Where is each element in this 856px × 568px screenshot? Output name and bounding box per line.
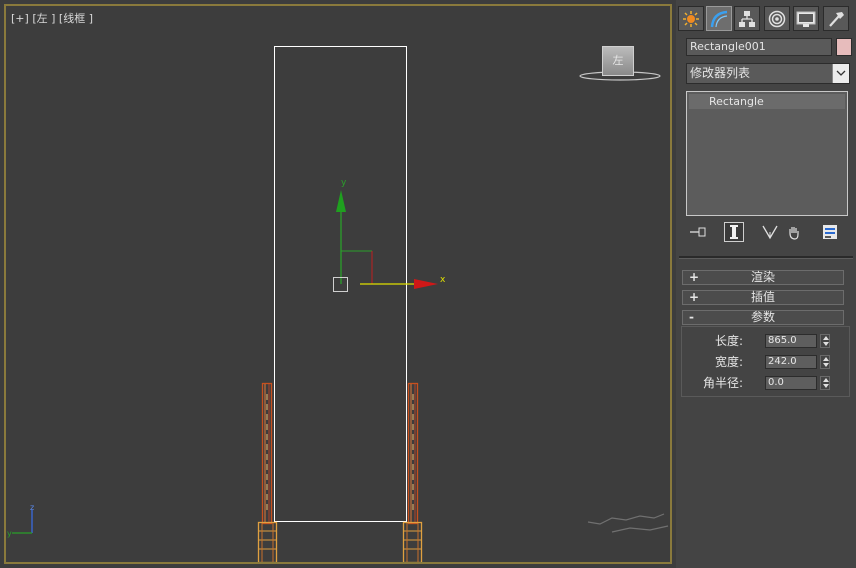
viewport-active-frame [4,4,672,564]
length-label: 长度: [714,334,743,348]
corner-radius-spinner[interactable] [820,376,830,390]
viewport-shading-mode[interactable]: [线框 ] [59,12,93,25]
pin-icon [690,227,706,237]
dropdown-arrow[interactable] [832,64,849,83]
monitor-icon [796,11,816,27]
pin-stack-button[interactable] [688,222,708,242]
modifier-list-label: 修改器列表 [690,66,751,80]
motion-tab[interactable] [764,6,790,31]
length-input[interactable]: 865.0 [765,334,817,348]
hand-icon [789,227,799,240]
show-end-result-icon [730,225,738,239]
viewcube[interactable]: 左 [602,46,634,76]
viewport-menu-plus[interactable]: [+] [11,12,29,25]
rollout-rendering-label: 渲染 [750,270,775,284]
remove-modifier-button[interactable] [784,222,804,242]
width-spinner[interactable] [820,355,830,369]
viewport-point-of-view[interactable]: [左 ] [32,12,55,25]
utilities-tab[interactable] [823,6,849,31]
width-input[interactable]: 242.0 [765,355,817,369]
modify-tab[interactable] [706,6,732,31]
width-label: 宽度: [714,355,743,369]
modifier-list-dropdown[interactable]: 修改器列表 [686,63,850,84]
hierarchy-tab[interactable] [734,6,760,31]
modifier-stack[interactable]: Rectangle [686,91,848,216]
motion-icon [768,10,786,27]
panel-separator [679,256,853,259]
create-tab[interactable] [678,6,704,31]
param-row-width: 宽度: 242.0 [681,354,851,370]
chevron-down-icon [836,70,846,76]
make-unique-button[interactable] [760,222,780,242]
rollout-interpolation[interactable]: + 插值 [682,290,844,305]
sun-icon [683,10,699,27]
configure-sets-icon [823,225,837,239]
param-row-corner-radius: 角半径: 0.0 [681,375,851,391]
corner-radius-input[interactable]: 0.0 [765,376,817,390]
rollout-interpolation-sign: + [689,290,700,304]
stack-item-rectangle[interactable]: Rectangle [689,94,845,109]
rollout-interpolation-label: 插值 [750,290,775,304]
hammer-icon [829,11,844,27]
viewport-label[interactable]: [+] [左 ] [线框 ] [11,10,93,26]
show-end-result-button[interactable] [724,222,744,242]
make-unique-icon [762,225,778,240]
rollout-rendering[interactable]: + 渲染 [682,270,844,285]
rollout-parameters-sign: - [689,310,694,324]
display-tab[interactable] [793,6,819,31]
rollout-parameters[interactable]: - 参数 [682,310,844,325]
param-row-length: 长度: 865.0 [681,333,851,349]
length-spinner[interactable] [820,334,830,348]
rollout-rendering-sign: + [689,270,700,284]
rollout-parameters-label: 参数 [750,310,775,324]
object-color-swatch[interactable] [836,38,852,56]
object-name-field[interactable]: Rectangle001 [686,38,832,56]
configure-modifier-sets-button[interactable] [820,222,840,242]
modify-arc-icon [710,10,728,27]
left-viewport[interactable]: x y z y [+] [左 ] [线框 ] 左 [0,0,676,568]
hierarchy-icon [739,10,755,27]
corner-radius-label: 角半径: [702,376,743,390]
